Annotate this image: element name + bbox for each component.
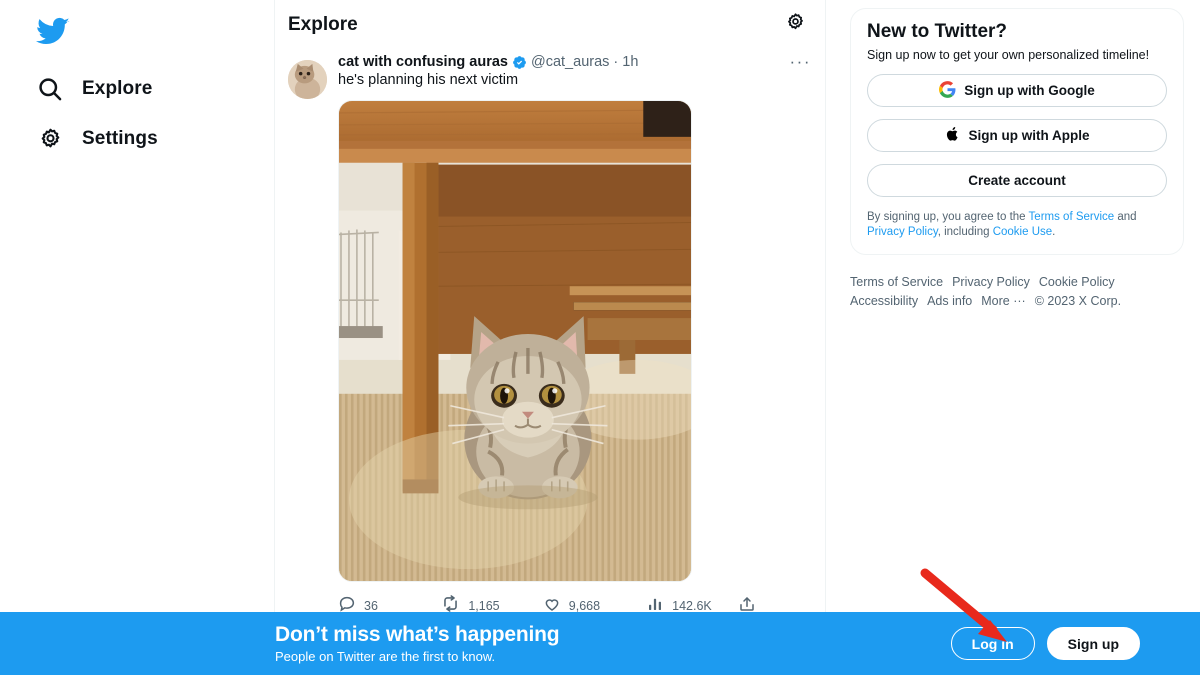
main-column: Explore cat with confusing auras @cat_au… [275,0,826,675]
twitter-explore-page: Explore Settings Explore cat with confus… [0,0,1200,675]
reply-count: 36 [364,599,378,613]
sidebar-item-settings[interactable]: Settings [36,114,274,164]
avatar[interactable] [288,60,327,99]
banner-buttons: Log in Sign up [950,627,1140,660]
sidebar-item-explore-label: Explore [82,78,153,99]
sidebar-item-explore[interactable]: Explore [36,64,274,114]
signup-title: New to Twitter? [867,21,1008,42]
gear-icon [785,12,806,38]
apple-icon [945,126,961,145]
legal-terms-link[interactable]: Terms of Service [1029,211,1115,223]
google-icon [939,80,956,101]
search-icon [36,75,64,103]
signup-button[interactable]: Sign up [1046,627,1140,660]
gear-icon [36,125,64,153]
banner-headline: Don’t miss what’s happening [275,623,560,646]
create-account-button[interactable]: Create account [867,164,1167,197]
tweet-image[interactable] [338,100,692,582]
signup-apple-label: Sign up with Apple [968,128,1090,143]
signup-google-button[interactable]: Sign up with Google [867,74,1167,107]
legal-and: and [1114,211,1137,223]
legal-prefix: By signing up, you agree to the [867,211,1029,223]
banner-subtext: People on Twitter are the first to know. [275,649,496,664]
signup-subtitle: Sign up now to get your own personalized… [867,48,1150,62]
right-sidebar: New to Twitter? Sign up now to get your … [826,0,1200,675]
tweet-separator: · [613,54,619,70]
create-account-label: Create account [968,173,1066,188]
page-title: Explore [288,14,358,35]
signup-legal-text: By signing up, you agree to the Terms of… [867,210,1167,240]
legal-privacy-link[interactable]: Privacy Policy [867,226,938,238]
verified-icon [512,55,527,70]
legal-cookie-link[interactable]: Cookie Use [993,226,1052,238]
footer-link-terms[interactable]: Terms of Service [850,275,943,289]
signup-card: New to Twitter? Sign up now to get your … [850,8,1184,255]
like-count: 9,668 [568,599,601,613]
footer-link-more[interactable]: More ··· [981,294,1025,308]
login-button[interactable]: Log in [950,627,1035,660]
legal-including: , including [937,226,993,238]
footer-link-cookie[interactable]: Cookie Policy [1039,275,1115,289]
copyright-text: © 2023 X Corp. [1034,294,1122,308]
tweet-handle[interactable]: @cat_auras [531,54,609,70]
signup-google-label: Sign up with Google [964,83,1095,98]
explore-header: Explore [275,0,825,50]
tweet-more-button[interactable]: ··· [780,53,811,70]
left-sidebar: Explore Settings [0,0,275,675]
footer-link-ads-info[interactable]: Ads info [927,294,972,308]
retweet-count: 1,165 [468,599,500,613]
legal-suffix: . [1052,226,1056,238]
footer-link-accessibility[interactable]: Accessibility [850,294,918,308]
signup-apple-button[interactable]: Sign up with Apple [867,119,1167,152]
signup-banner: Don’t miss what’s happening People on Tw… [0,612,1200,675]
twitter-bird-logo[interactable] [35,14,70,48]
banner-text: Don’t miss what’s happening People on Tw… [275,623,560,664]
footer-links: Terms of Service Privacy Policy Cookie Pol… [850,273,1140,311]
tweet-text: he's planning his next victim [338,72,519,88]
tweet[interactable]: cat with confusing auras @cat_auras · 1h… [275,50,825,623]
tweet-timestamp[interactable]: 1h [622,54,638,70]
view-count: 142.6K [672,599,712,613]
sidebar-item-settings-label: Settings [82,128,158,149]
tweet-display-name[interactable]: cat with confusing auras [338,54,508,70]
footer-link-privacy[interactable]: Privacy Policy [952,275,1030,289]
tweet-body: cat with confusing auras @cat_auras · 1h… [338,53,811,623]
explore-settings-button[interactable] [779,9,811,41]
tweet-meta-row: cat with confusing auras @cat_auras · 1h… [338,53,811,70]
